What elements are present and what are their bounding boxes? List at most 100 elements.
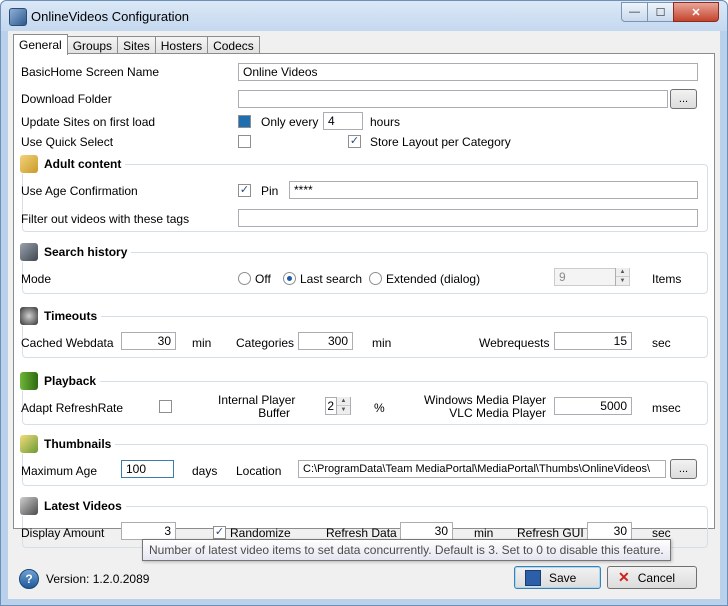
refresh-data-input[interactable]: 30	[400, 522, 453, 540]
spin-down-icon[interactable]: ▼	[616, 277, 629, 286]
location-label: Location	[236, 464, 282, 478]
quick-select-label: Use Quick Select	[21, 135, 114, 149]
mode-off-label: Off	[255, 272, 271, 286]
webrequests-input[interactable]: 15	[554, 332, 632, 350]
buffer-spinner[interactable]: ▲ ▼	[336, 397, 350, 415]
webrequests-unit: sec	[652, 336, 671, 350]
mode-label: Mode	[21, 272, 52, 286]
buffer-unit: %	[374, 401, 385, 415]
filter-tags-label: Filter out videos with these tags	[21, 212, 190, 226]
player-buffer-input[interactable]: 5000	[554, 397, 632, 415]
tab-codecs[interactable]: Codecs	[207, 36, 260, 54]
randomize-checkbox[interactable]: ✓	[213, 526, 226, 539]
location-input[interactable]: C:\ProgramData\Team MediaPortal\MediaPor…	[298, 460, 666, 478]
max-age-unit: days	[192, 464, 218, 478]
display-amount-label: Display Amount	[21, 526, 105, 540]
pin-label: Pin	[261, 184, 279, 198]
cancel-icon: ✕	[618, 569, 630, 585]
playback-title: Playback	[44, 374, 97, 388]
save-button[interactable]: Save	[514, 566, 601, 589]
download-folder-browse-button[interactable]: ...	[670, 89, 697, 109]
categories-label: Categories	[236, 336, 295, 350]
update-sites-checkbox[interactable]	[238, 115, 251, 128]
internal-player-label: Internal Player	[218, 393, 296, 407]
battery-icon	[20, 372, 38, 390]
key-icon	[20, 155, 38, 173]
search-history-header: Search history	[20, 242, 132, 262]
tab-general[interactable]: General	[13, 34, 68, 55]
download-folder-input[interactable]	[238, 90, 668, 108]
thumbnails-title: Thumbnails	[44, 437, 112, 451]
home-screen-name-input[interactable]: Online Videos	[238, 63, 698, 81]
tab-groups[interactable]: Groups	[66, 36, 119, 54]
latest-videos-header: Latest Videos	[20, 496, 126, 516]
hours-label: hours	[370, 115, 401, 129]
client-area: General Groups Sites Hosters Codecs Basi…	[8, 31, 720, 599]
refresh-data-unit: min	[474, 526, 494, 540]
mode-extended-radio[interactable]	[369, 272, 382, 285]
max-age-input[interactable]: 100	[121, 460, 174, 478]
player-buffer-unit: msec	[652, 401, 681, 415]
tab-hosters[interactable]: Hosters	[154, 36, 209, 54]
image-icon	[20, 435, 38, 453]
age-confirmation-label: Use Age Confirmation	[21, 184, 138, 198]
window: OnlineVideos Configuration — ☐ ✕ General…	[0, 0, 728, 606]
update-sites-label: Update Sites on first load	[21, 115, 156, 129]
mode-extended-label: Extended (dialog)	[386, 272, 481, 286]
title-bar[interactable]: OnlineVideos Configuration — ☐ ✕	[1, 1, 727, 31]
spin-down-icon[interactable]: ▼	[337, 406, 350, 415]
randomize-label: Randomize	[230, 526, 291, 540]
thumbnails-header: Thumbnails	[20, 434, 116, 454]
store-layout-label: Store Layout per Category	[370, 135, 511, 149]
only-every-label: Only every	[261, 115, 319, 129]
spin-up-icon[interactable]: ▲	[616, 268, 629, 277]
window-title: OnlineVideos Configuration	[31, 9, 190, 24]
maximize-button[interactable]: ☐	[647, 2, 674, 22]
categories-unit: min	[372, 336, 392, 350]
search-history-title: Search history	[44, 245, 128, 259]
close-button[interactable]: ✕	[673, 2, 719, 22]
cancel-button[interactable]: ✕ Cancel	[607, 566, 697, 589]
download-folder-label: Download Folder	[21, 92, 112, 106]
display-amount-input[interactable]: 3	[121, 522, 176, 540]
filter-tags-input[interactable]	[238, 209, 698, 227]
categories-input[interactable]: 300	[298, 332, 353, 350]
quick-select-checkbox[interactable]	[238, 135, 251, 148]
store-layout-checkbox[interactable]: ✓	[348, 135, 361, 148]
help-icon[interactable]: ?	[19, 569, 39, 589]
pin-input[interactable]: ****	[289, 181, 698, 199]
mode-off-radio[interactable]	[238, 272, 251, 285]
home-screen-name-label: BasicHome Screen Name	[21, 65, 160, 79]
cached-webdata-input[interactable]: 30	[121, 332, 176, 350]
cancel-label: Cancel	[637, 570, 676, 585]
adapt-refresh-label: Adapt RefreshRate	[21, 401, 124, 415]
buffer-label: Buffer	[258, 406, 290, 420]
cached-webdata-label: Cached Webdata	[21, 336, 114, 350]
spin-up-icon[interactable]: ▲	[337, 397, 350, 406]
stopwatch-icon	[20, 307, 38, 325]
film-icon	[20, 497, 38, 515]
max-age-label: Maximum Age	[21, 464, 98, 478]
age-confirmation-checkbox[interactable]: ✓	[238, 184, 251, 197]
location-browse-button[interactable]: ...	[670, 459, 697, 479]
refresh-data-label: Refresh Data	[326, 526, 397, 540]
update-interval-input[interactable]: 4	[323, 112, 363, 130]
webrequests-label: Webrequests	[479, 336, 550, 350]
cached-webdata-unit: min	[192, 336, 212, 350]
tab-sites[interactable]: Sites	[117, 36, 156, 54]
playback-header: Playback	[20, 371, 101, 391]
adult-content-header: Adult content	[20, 154, 126, 174]
binoculars-icon	[20, 243, 38, 261]
tooltip: Number of latest video items to set data…	[142, 539, 671, 561]
timeouts-header: Timeouts	[20, 306, 102, 326]
items-count-spinner[interactable]: ▲ ▼	[615, 268, 629, 286]
save-icon	[525, 569, 541, 586]
app-icon	[9, 8, 27, 26]
mode-last-search-radio[interactable]	[283, 272, 296, 285]
minimize-button[interactable]: —	[621, 2, 648, 22]
adapt-refresh-checkbox[interactable]	[159, 400, 172, 413]
refresh-gui-input[interactable]: 30	[587, 522, 632, 540]
timeouts-title: Timeouts	[44, 309, 98, 323]
version-label: Version: 1.2.0.2089	[46, 572, 150, 586]
save-label: Save	[549, 570, 577, 585]
